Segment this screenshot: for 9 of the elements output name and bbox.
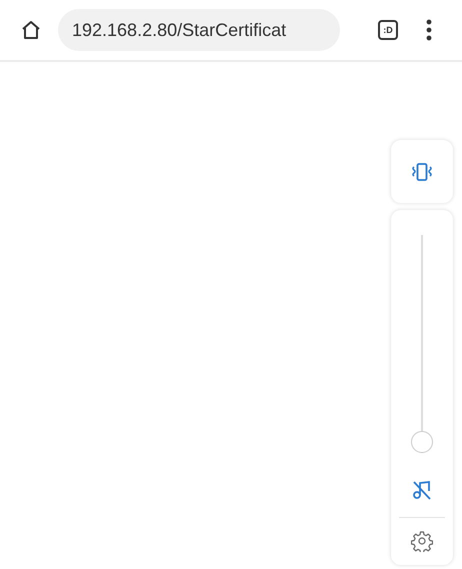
volume-slider[interactable] — [411, 235, 433, 453]
address-bar[interactable]: 192.168.2.80/StarCertificat — [58, 9, 340, 51]
settings-icon[interactable] — [411, 530, 433, 552]
music-off-icon[interactable] — [411, 479, 433, 501]
menu-icon[interactable] — [426, 19, 432, 41]
slider-thumb[interactable] — [411, 431, 433, 453]
tab-switcher-button[interactable]: :D — [378, 20, 398, 40]
ringer-mode-button[interactable] — [391, 140, 453, 203]
home-icon[interactable] — [20, 19, 42, 41]
